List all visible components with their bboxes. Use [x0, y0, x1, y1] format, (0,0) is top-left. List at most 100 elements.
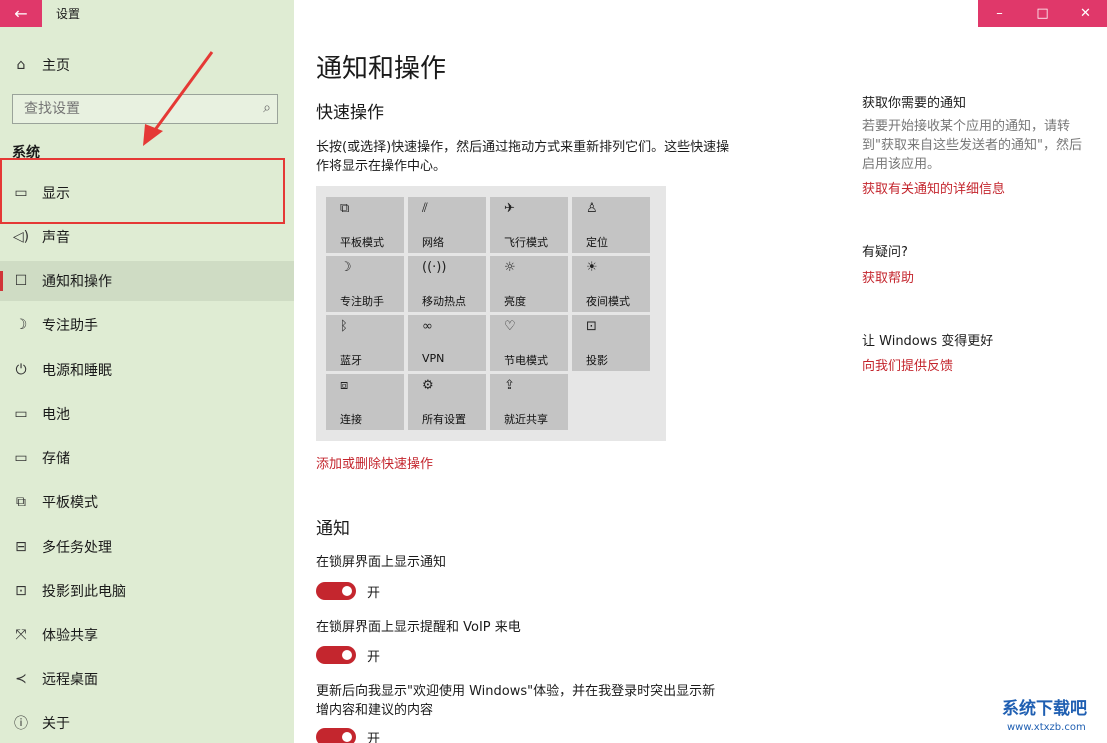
nav-item-label: 关于 — [42, 716, 70, 732]
tile-label: 定位 — [586, 236, 608, 249]
minimize-button[interactable]: – — [978, 0, 1021, 27]
nav-item-project-to-pc[interactable]: ⊡ 投影到此电脑 — [0, 571, 294, 611]
nav-item-power-sleep[interactable]: ⏻ 电源和睡眠 — [0, 350, 294, 390]
toggle-state: 开 — [367, 649, 381, 665]
toggle-knob — [342, 586, 352, 596]
nav-item-notifications[interactable]: ☐ 通知和操作 — [0, 261, 294, 301]
night-light-icon: ☀ — [586, 260, 598, 275]
give-feedback-link[interactable]: 向我们提供反馈 — [862, 355, 953, 374]
nav-item-storage[interactable]: ▭ 存储 — [0, 438, 294, 478]
vpn-icon: ∞ — [422, 319, 433, 334]
nav-item-label: 通知和操作 — [42, 274, 112, 290]
tile-label: 网络 — [422, 236, 444, 249]
tile-label: 夜间模式 — [586, 295, 630, 308]
project-icon: ⊡ — [586, 319, 597, 334]
sound-icon: ◁) — [12, 229, 30, 245]
tile-all-settings[interactable]: ⚙ 所有设置 — [408, 374, 486, 430]
tablet-icon: ⧉ — [340, 201, 350, 216]
quick-actions-heading: 快速操作 — [316, 103, 384, 123]
edit-quick-actions-link[interactable]: 添加或删除快速操作 — [316, 453, 433, 472]
related-text: 若要开始接收某个应用的通知，请转到"获取来自这些发送者的通知"，然后启用该应用。 — [862, 119, 1082, 172]
quick-actions-panel: ⧉ 平板模式 ⫽ 网络 ✈ 飞行模式 ♙ 定位 ☽ 专注助手 ((·)) 移动热… — [316, 186, 666, 441]
shared-experiences-icon: ⤧ — [15, 627, 27, 643]
battery-icon: ▭ — [14, 406, 28, 422]
nav-item-focus-assist[interactable]: ☽ 专注助手 — [0, 305, 294, 345]
nav-item-about[interactable]: ⓘ 关于 — [0, 703, 294, 743]
tile-label: 飞行模式 — [504, 236, 548, 249]
nav-item-label: 电池 — [42, 407, 70, 423]
tile-label: 节电模式 — [504, 354, 548, 367]
tile-label: 专注助手 — [340, 295, 384, 308]
toggle-row: 开 — [316, 727, 380, 743]
setting-label-lockscreen-notifications: 在锁屏界面上显示通知 — [316, 555, 447, 570]
toggle-knob — [342, 732, 352, 742]
nav-item-multitasking[interactable]: ⊟ 多任务处理 — [0, 527, 294, 567]
lockscreen-notifications-toggle[interactable] — [316, 582, 356, 600]
welcome-experience-toggle[interactable] — [316, 728, 356, 743]
tile-label: 连接 — [340, 413, 362, 426]
notifications-info-link[interactable]: 获取有关通知的详细信息 — [862, 178, 1005, 197]
toggle-row: 开 — [316, 581, 380, 601]
nav-item-shared-experiences[interactable]: ⤧ 体验共享 — [0, 615, 294, 655]
tile-bluetooth[interactable]: ᛒ 蓝牙 — [326, 315, 404, 371]
tile-label: 投影 — [586, 354, 608, 367]
tile-label: VPN — [422, 352, 445, 365]
moon-icon: ☽ — [340, 260, 352, 275]
share-icon: ⇪ — [504, 378, 515, 393]
brightness-icon: ☼ — [504, 260, 516, 275]
tile-label: 平板模式 — [340, 236, 384, 249]
toggle-knob — [342, 650, 352, 660]
tile-label: 所有设置 — [422, 413, 466, 426]
watermark: 系统下载吧 www.xtxzb.com — [907, 680, 1107, 743]
nav-item-label: 专注助手 — [42, 318, 98, 334]
close-button[interactable]: ✕ — [1064, 0, 1107, 27]
tile-label: 移动热点 — [422, 295, 466, 308]
setting-label-voip: 在锁屏界面上显示提醒和 VoIP 来电 — [316, 620, 521, 635]
toggle-state: 开 — [367, 731, 381, 743]
annotation-arrow — [143, 51, 214, 146]
tile-mobile-hotspot[interactable]: ((·)) 移动热点 — [408, 256, 486, 312]
tile-focus-assist[interactable]: ☽ 专注助手 — [326, 256, 404, 312]
nav-item-label: 远程桌面 — [42, 672, 98, 688]
maximize-button[interactable]: □ — [1021, 0, 1064, 27]
nav-item-label: 投影到此电脑 — [42, 584, 126, 600]
moon-icon: ☽ — [14, 317, 28, 333]
tile-network[interactable]: ⫽ 网络 — [408, 197, 486, 253]
connect-icon: ⧈ — [340, 378, 349, 393]
close-icon: ✕ — [1080, 6, 1091, 21]
multitasking-icon: ⊟ — [15, 539, 27, 555]
setting-label-welcome-experience: 更新后向我显示"欢迎使用 Windows"体验，并在我登录时突出显示新增内容和建… — [316, 684, 716, 718]
notifications-icon: ☐ — [14, 273, 28, 289]
voip-toggle[interactable] — [316, 646, 356, 664]
tablet-icon: ⧉ — [16, 494, 26, 510]
watermark-title: 系统下载吧 — [1002, 699, 1087, 719]
nav-item-label: 声音 — [42, 230, 70, 246]
tile-battery-saver[interactable]: ♡ 节电模式 — [490, 315, 568, 371]
info-icon: ⓘ — [14, 716, 28, 732]
nav-item-remote-desktop[interactable]: ≺ 远程桌面 — [0, 659, 294, 699]
airplane-icon: ✈ — [504, 201, 515, 216]
project-icon: ⊡ — [15, 583, 27, 599]
tile-label: 亮度 — [504, 295, 526, 308]
maximize-icon: □ — [1036, 6, 1049, 21]
tile-airplane-mode[interactable]: ✈ 飞行模式 — [490, 197, 568, 253]
tile-nearby-sharing[interactable]: ⇪ 就近共享 — [490, 374, 568, 430]
tile-connect[interactable]: ⧈ 连接 — [326, 374, 404, 430]
tile-project[interactable]: ⊡ 投影 — [572, 315, 650, 371]
tile-vpn[interactable]: ∞ VPN — [408, 315, 486, 371]
tile-location[interactable]: ♙ 定位 — [572, 197, 650, 253]
tile-night-light[interactable]: ☀ 夜间模式 — [572, 256, 650, 312]
minimize-icon: – — [996, 6, 1003, 21]
remote-desktop-icon: ≺ — [15, 671, 27, 687]
nav-item-battery[interactable]: ▭ 电池 — [0, 394, 294, 434]
tile-label: 就近共享 — [504, 413, 548, 426]
nav-item-tablet-mode[interactable]: ⧉ 平板模式 — [0, 482, 294, 522]
battery-saver-icon: ♡ — [504, 319, 516, 334]
nav-item-label: 存储 — [42, 451, 70, 467]
tile-tablet-mode[interactable]: ⧉ 平板模式 — [326, 197, 404, 253]
tile-brightness[interactable]: ☼ 亮度 — [490, 256, 568, 312]
get-help-link[interactable]: 获取帮助 — [862, 267, 914, 286]
page-title: 通知和操作 — [316, 54, 447, 84]
power-icon: ⏻ — [15, 362, 27, 378]
gear-icon: ⚙ — [422, 378, 434, 393]
